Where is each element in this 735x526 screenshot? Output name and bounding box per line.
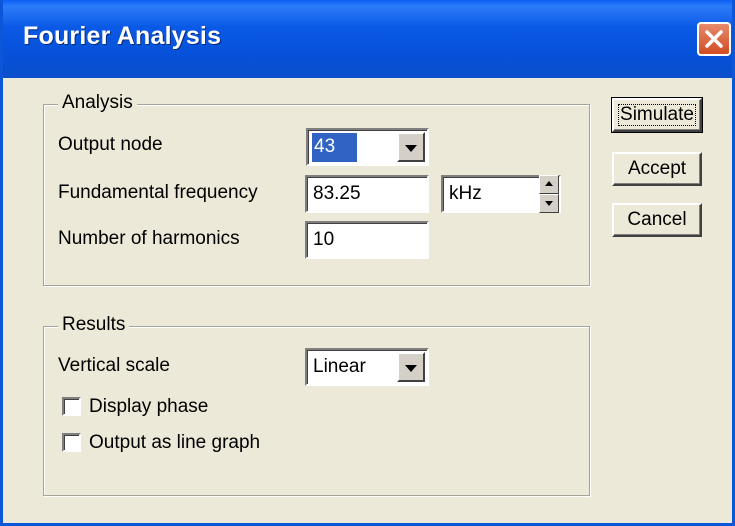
- spinner-down-button[interactable]: [539, 194, 559, 213]
- analysis-legend: Analysis: [58, 92, 137, 114]
- chevron-down-icon: [405, 145, 417, 152]
- results-legend: Results: [58, 314, 130, 336]
- output-node-select[interactable]: 43: [306, 128, 429, 166]
- output-node-dropdown-button[interactable]: [397, 132, 425, 162]
- fundamental-frequency-value: 83.25: [313, 183, 361, 204]
- fundamental-frequency-input[interactable]: 83.25: [305, 175, 429, 213]
- chevron-down-icon: [405, 365, 417, 372]
- vertical-scale-label: Vertical scale: [58, 355, 170, 376]
- frequency-unit-spinner: [539, 175, 559, 213]
- spinner-up-button[interactable]: [539, 175, 559, 194]
- fundamental-frequency-label: Fundamental frequency: [58, 182, 258, 203]
- title-bar[interactable]: Fourier Analysis: [3, 0, 732, 78]
- close-button[interactable]: [697, 22, 731, 56]
- vertical-scale-value: Linear: [313, 356, 366, 377]
- harmonics-label: Number of harmonics: [58, 228, 240, 249]
- cancel-button-label: Cancel: [627, 209, 687, 230]
- display-phase-label[interactable]: Display phase: [89, 396, 208, 418]
- cancel-button[interactable]: Cancel: [612, 203, 702, 237]
- close-icon: [705, 30, 723, 48]
- vertical-scale-select[interactable]: Linear: [305, 348, 429, 386]
- vertical-scale-dropdown-button[interactable]: [397, 352, 425, 382]
- focus-ring: [618, 104, 696, 126]
- output-node-label: Output node: [58, 134, 163, 155]
- harmonics-value: 10: [313, 229, 335, 250]
- frequency-unit-value: kHz: [449, 183, 482, 204]
- dialog-title: Fourier Analysis: [23, 22, 222, 50]
- line-graph-label[interactable]: Output as line graph: [89, 432, 260, 454]
- accept-button-label: Accept: [627, 158, 687, 179]
- accept-button[interactable]: Accept: [612, 152, 702, 186]
- arrow-up-icon: [545, 181, 553, 186]
- arrow-down-icon: [545, 201, 553, 206]
- fourier-analysis-dialog: Fourier Analysis Analysis Output node 43…: [0, 0, 735, 526]
- harmonics-input[interactable]: 10: [305, 221, 429, 259]
- output-node-value: 43: [312, 133, 358, 162]
- line-graph-checkbox[interactable]: [62, 433, 81, 452]
- display-phase-checkbox[interactable]: [62, 397, 81, 416]
- simulate-button[interactable]: Simulate: [611, 97, 703, 133]
